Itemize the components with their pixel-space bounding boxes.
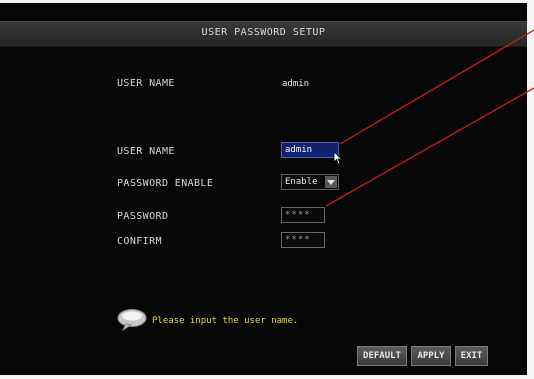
- exit-button[interactable]: EXIT: [455, 346, 488, 366]
- password-enable-select[interactable]: Enable: [281, 174, 339, 190]
- confirm-label: CONFIRM: [117, 236, 162, 247]
- apply-button[interactable]: APPLY: [411, 346, 451, 366]
- password-enable-label: PASSWORD ENABLE: [117, 178, 214, 189]
- window-title: USER PASSWORD SETUP: [201, 27, 326, 38]
- dropdown-arrow-icon[interactable]: [325, 176, 337, 188]
- speech-bubble-icon: [117, 309, 147, 335]
- current-user-value: admin: [282, 79, 310, 89]
- dvr-screen: USER PASSWORD SETUP USER NAME admin USER…: [0, 3, 527, 375]
- default-button[interactable]: DEFAULT: [357, 346, 407, 366]
- user-name-field[interactable]: admin: [281, 142, 339, 158]
- password-enable-value: Enable: [285, 177, 318, 187]
- confirm-field[interactable]: ****: [281, 232, 325, 248]
- mouse-cursor-icon: [333, 150, 343, 169]
- current-user-label: USER NAME: [117, 78, 175, 89]
- password-field[interactable]: ****: [281, 207, 325, 223]
- title-bar: USER PASSWORD SETUP: [0, 21, 527, 47]
- hint-text: Please input the user name.: [152, 316, 299, 326]
- user-name-label: USER NAME: [117, 146, 175, 157]
- password-label: PASSWORD: [117, 211, 169, 222]
